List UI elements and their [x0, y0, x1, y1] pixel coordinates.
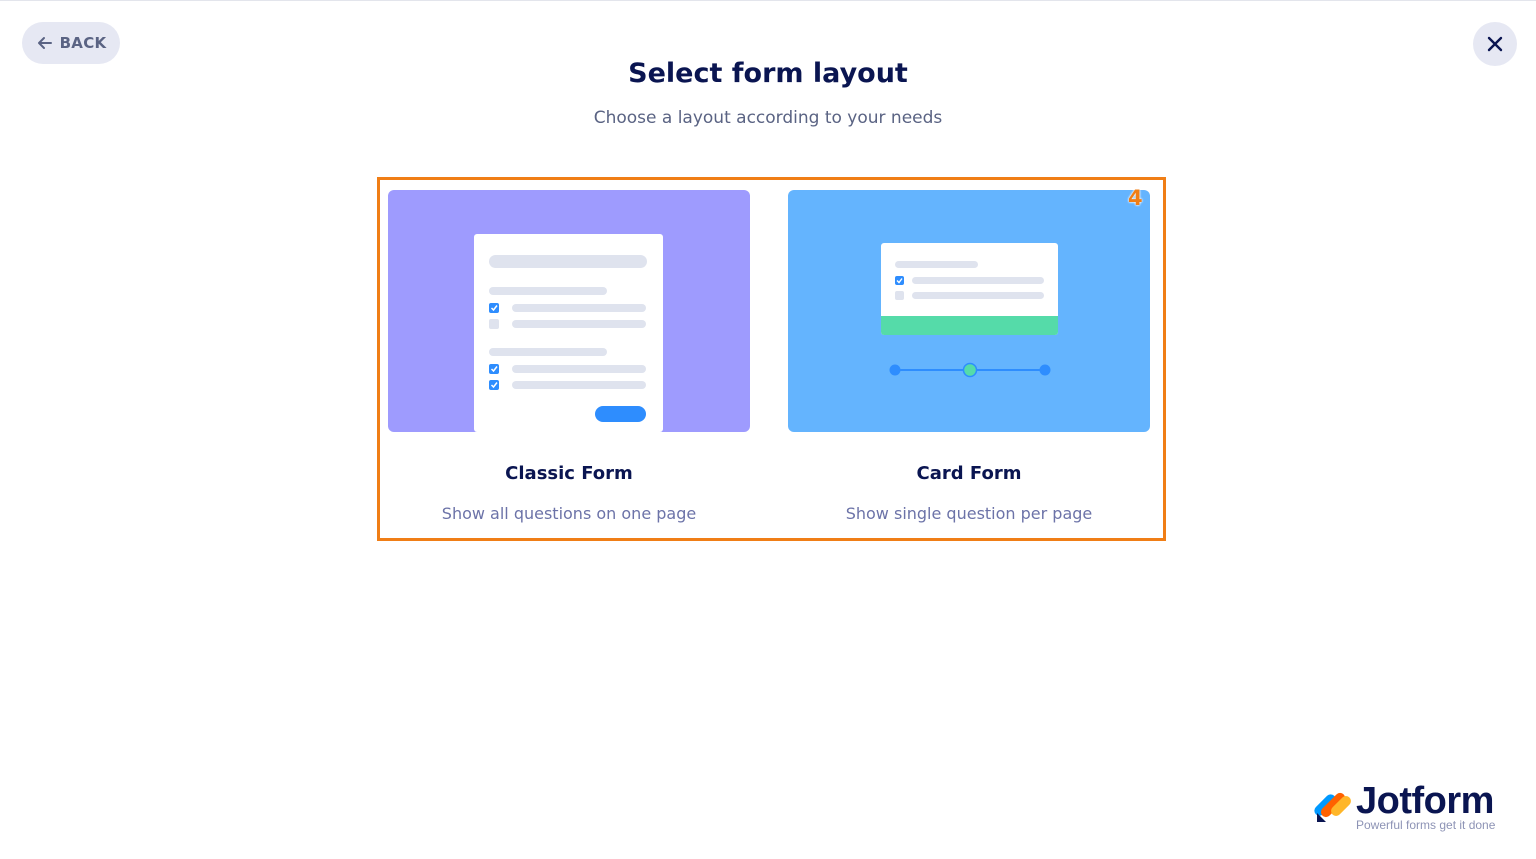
- close-icon: [1487, 36, 1503, 52]
- back-button-label: BACK: [59, 34, 107, 52]
- page-title: Select form layout: [628, 58, 908, 89]
- page-subtitle: Choose a layout according to your needs: [593, 108, 943, 128]
- annotation-marker: 4: [1128, 186, 1143, 210]
- top-divider: [0, 0, 1536, 1]
- brand-name: Jotform: [1356, 780, 1494, 822]
- jotform-logo-icon: [1314, 792, 1351, 822]
- jotform-logo: Jotform Powerful forms get it done: [1314, 780, 1500, 834]
- annotation-highlight-box: [377, 177, 1166, 541]
- arrow-left-icon: [37, 37, 52, 49]
- brand-tagline: Powerful forms get it done: [1356, 818, 1496, 832]
